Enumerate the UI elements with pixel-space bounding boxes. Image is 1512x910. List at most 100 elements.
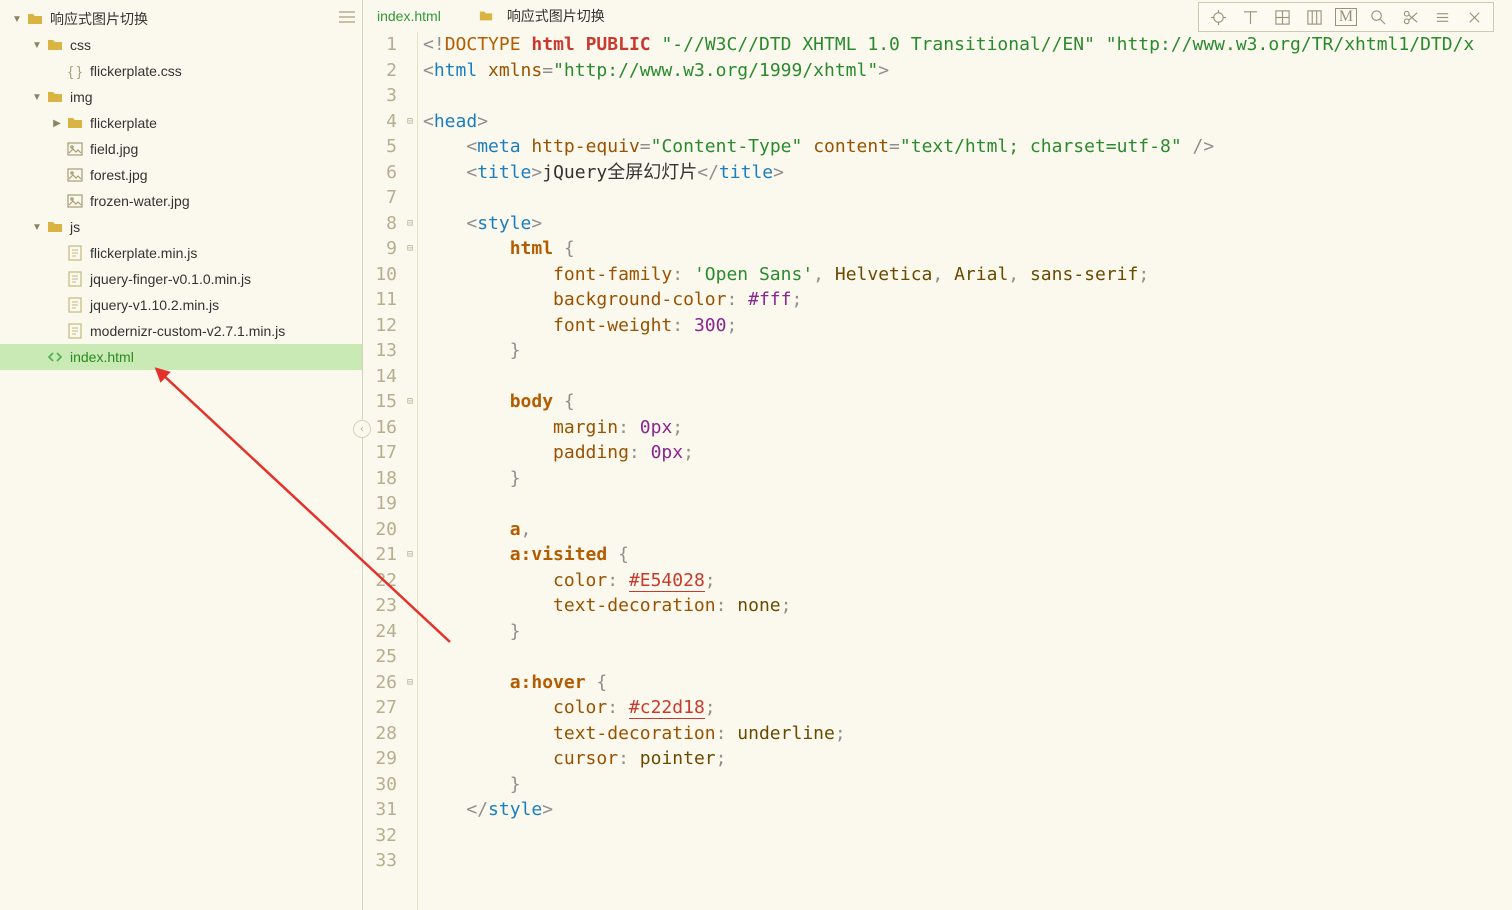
sidebar-collapse-handle[interactable]: ‹ <box>353 420 371 438</box>
code-line <box>423 823 1512 849</box>
fold-marker[interactable]: ⊟ <box>403 211 417 237</box>
code-line: a:hover { <box>423 670 1512 696</box>
tree-item-css[interactable]: ▼css <box>0 32 362 58</box>
tree-item-index-html[interactable]: index.html <box>0 344 362 370</box>
line-number: 15 <box>363 389 397 415</box>
code-line: } <box>423 338 1512 364</box>
code-line: padding: 0px; <box>423 440 1512 466</box>
line-number: 6 <box>363 160 397 186</box>
line-number: 28 <box>363 721 397 747</box>
fold-marker <box>403 440 417 466</box>
html-file-icon <box>46 348 64 366</box>
tab-index-html[interactable]: index.html <box>371 4 447 28</box>
line-number: 20 <box>363 517 397 543</box>
menu-icon[interactable] <box>1427 5 1457 29</box>
fold-marker[interactable]: ⊟ <box>403 670 417 696</box>
tree-item-field-jpg[interactable]: field.jpg <box>0 136 362 162</box>
tab-label: index.html <box>377 8 441 24</box>
tree-item-modernizr-custom-v2-7-1-min-js[interactable]: modernizr-custom-v2.7.1.min.js <box>0 318 362 344</box>
fold-marker <box>403 772 417 798</box>
line-number: 21 <box>363 542 397 568</box>
line-number: 24 <box>363 619 397 645</box>
search-icon[interactable] <box>1363 5 1393 29</box>
tree-item-frozen-water-jpg[interactable]: frozen-water.jpg <box>0 188 362 214</box>
css-file-icon: { } <box>66 62 84 80</box>
image-file-icon <box>66 140 84 158</box>
js-file-icon <box>66 244 84 262</box>
fold-column: ⊟⊟⊟⊟⊟⊟ <box>403 32 417 910</box>
chevron-right-icon[interactable]: ▶ <box>50 118 64 129</box>
tree-item-img[interactable]: ▼ img <box>0 84 362 110</box>
columns-icon[interactable] <box>1299 5 1329 29</box>
tree-item-js[interactable]: ▼js <box>0 214 362 240</box>
chevron-down-icon[interactable]: ▼ <box>30 92 44 103</box>
fold-marker <box>403 593 417 619</box>
code-line: <head> <box>423 109 1512 135</box>
code-line <box>423 848 1512 874</box>
line-number: 29 <box>363 746 397 772</box>
line-number: 3 <box>363 83 397 109</box>
code-line <box>423 644 1512 670</box>
code-line: font-weight: 300; <box>423 313 1512 339</box>
code-line <box>423 83 1512 109</box>
m-mark-icon[interactable]: M <box>1331 5 1361 29</box>
fold-marker[interactable]: ⊟ <box>403 109 417 135</box>
line-number: 19 <box>363 491 397 517</box>
code-line: } <box>423 619 1512 645</box>
editor-toolbar: M <box>1198 2 1494 32</box>
tree-item-jquery-finger-v0-1-0-min-js[interactable]: jquery-finger-v0.1.0.min.js <box>0 266 362 292</box>
fold-marker[interactable]: ⊟ <box>403 236 417 262</box>
fold-marker[interactable]: ⊟ <box>403 542 417 568</box>
fold-marker <box>403 466 417 492</box>
fold-marker[interactable]: ⊟ <box>403 389 417 415</box>
tree-item-flickerplate-css[interactable]: { }flickerplate.css <box>0 58 362 84</box>
tab-label: 响应式图片切换 <box>507 6 605 26</box>
chevron-down-icon[interactable]: ▼ <box>10 14 24 25</box>
tree-item-forest-jpg[interactable]: forest.jpg <box>0 162 362 188</box>
chevron-down-icon[interactable]: ▼ <box>30 222 44 233</box>
js-file-icon <box>66 270 84 288</box>
code-line: <meta http-equiv="Content-Type" content=… <box>423 134 1512 160</box>
tree-item-flickerplate-min-js[interactable]: flickerplate.min.js <box>0 240 362 266</box>
line-number: 32 <box>363 823 397 849</box>
target-icon[interactable] <box>1203 5 1233 29</box>
code-line: color: #E54028; <box>423 568 1512 594</box>
tree-item-jquery-v1-10-2-min-js[interactable]: jquery-v1.10.2.min.js <box>0 292 362 318</box>
folder-icon <box>477 7 495 25</box>
close-icon[interactable] <box>1459 5 1489 29</box>
tree-item-flickerplate[interactable]: ▶flickerplate <box>0 110 362 136</box>
fold-marker <box>403 619 417 645</box>
grid-icon[interactable] <box>1267 5 1297 29</box>
code-editor[interactable]: 1234567891011121314151617181920212223242… <box>363 32 1512 910</box>
line-number: 17 <box>363 440 397 466</box>
fold-marker <box>403 32 417 58</box>
scissors-icon[interactable] <box>1395 5 1425 29</box>
tree-menu-icon[interactable] <box>338 10 356 24</box>
code-line: a, <box>423 517 1512 543</box>
tab-project-folder[interactable]: 响应式图片切换 <box>471 2 611 30</box>
align-top-icon[interactable] <box>1235 5 1265 29</box>
tree-item-label: modernizr-custom-v2.7.1.min.js <box>90 323 285 339</box>
app-root: ▼响应式图片切换▼css{ }flickerplate.css▼img▶flic… <box>0 0 1512 910</box>
fold-marker <box>403 695 417 721</box>
code-content[interactable]: <!DOCTYPE html PUBLIC "-//W3C//DTD XHTML… <box>421 32 1512 910</box>
code-line: text-decoration: none; <box>423 593 1512 619</box>
code-line: <html xmlns="http://www.w3.org/1999/xhtm… <box>423 58 1512 84</box>
fold-marker <box>403 160 417 186</box>
image-file-icon <box>66 166 84 184</box>
tree-item-label: jquery-finger-v0.1.0.min.js <box>90 271 251 287</box>
tree-item-label: img <box>70 89 93 105</box>
line-number: 25 <box>363 644 397 670</box>
code-line: font-family: 'Open Sans', Helvetica, Ari… <box>423 262 1512 288</box>
code-line: text-decoration: underline; <box>423 721 1512 747</box>
folder-icon <box>46 218 64 236</box>
fold-marker <box>403 338 417 364</box>
folder-icon <box>66 114 84 132</box>
line-number: 10 <box>363 262 397 288</box>
tree-item-root[interactable]: ▼响应式图片切换 <box>0 6 362 32</box>
line-number: 30 <box>363 772 397 798</box>
chevron-down-icon[interactable]: ▼ <box>30 40 44 51</box>
line-number: 5 <box>363 134 397 160</box>
line-number: 9 <box>363 236 397 262</box>
fold-marker <box>403 721 417 747</box>
